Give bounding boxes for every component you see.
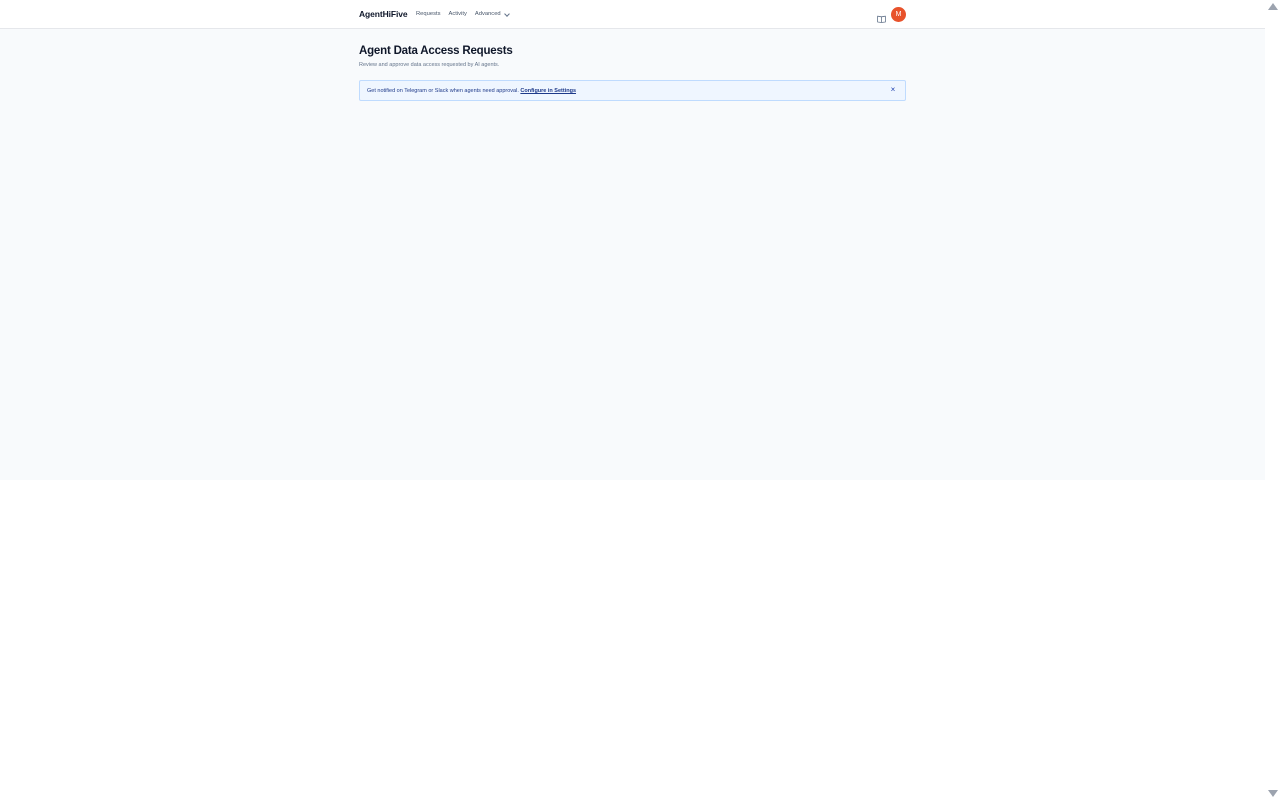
nav-requests[interactable]: Requests [416, 10, 441, 19]
nav-advanced-label: Advanced [474, 11, 501, 17]
top-navigation-bar: AgentHiFive Requests Activity Advanced M [0, 0, 1265, 29]
main-nav: Requests Activity Advanced [416, 10, 510, 19]
nav-advanced-dropdown[interactable]: Advanced [474, 10, 510, 19]
configure-settings-link[interactable]: Configure in Settings [520, 88, 576, 94]
scroll-down-arrow-icon[interactable] [1268, 790, 1278, 797]
notification-banner: Get notified on Telegram or Slack when a… [359, 80, 906, 101]
chevron-down-icon [503, 10, 510, 17]
nav-activity-label: Activity [448, 11, 467, 17]
banner-message: Get notified on Telegram or Slack when a… [367, 87, 576, 95]
book-icon[interactable] [877, 10, 886, 23]
browser-viewport: AgentHiFive Requests Activity Advanced M… [0, 0, 1265, 800]
user-avatar[interactable]: M [891, 7, 906, 22]
scroll-up-arrow-icon[interactable] [1268, 3, 1278, 10]
vertical-scrollbar[interactable] [1265, 0, 1280, 800]
banner-text: Get notified on Telegram or Slack when a… [367, 88, 521, 94]
page-subtitle: Review and approve data access requested… [359, 62, 500, 68]
close-icon[interactable]: × [889, 86, 897, 94]
brand-logo[interactable]: AgentHiFive [359, 9, 408, 20]
page-title: Agent Data Access Requests [359, 45, 513, 57]
nav-activity[interactable]: Activity [449, 10, 467, 19]
nav-requests-label: Requests [416, 11, 441, 17]
app-shell: AgentHiFive Requests Activity Advanced M… [0, 0, 1265, 480]
